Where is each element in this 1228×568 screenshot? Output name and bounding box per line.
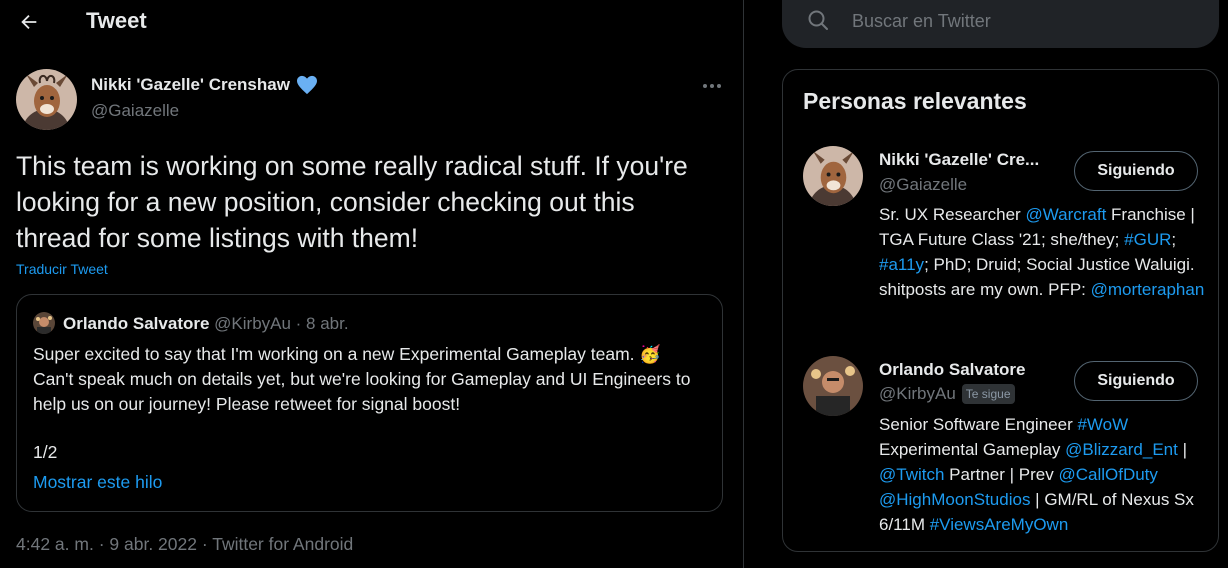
bio-text: ; <box>1171 230 1177 249</box>
person-handle-text: @KirbyAu <box>879 384 956 403</box>
bio-link[interactable]: #WoW <box>1077 415 1128 434</box>
timestamp-separator-2: · <box>196 534 213 554</box>
more-options-button[interactable] <box>698 76 726 96</box>
quote-header: Orlando Salvatore @KirbyAu · 8 abr. <box>63 314 349 334</box>
following-button[interactable]: Siguiendo <box>1074 151 1198 191</box>
tweet-date[interactable]: 9 abr. 2022 <box>109 534 197 554</box>
search-input[interactable] <box>852 6 1202 36</box>
author-avatar[interactable] <box>16 69 77 130</box>
person-handle-text: @Gaiazelle <box>879 175 968 194</box>
bio-text: Experimental Gameplay <box>879 440 1066 459</box>
following-button[interactable]: Siguiendo <box>1074 361 1198 401</box>
person-handle[interactable]: @Gaiazelle <box>879 175 967 195</box>
topbar: Tweet <box>0 0 744 44</box>
tweet-text: This team is working on some really radi… <box>16 151 688 253</box>
bio-link[interactable]: @Twitch <box>879 465 944 484</box>
search-icon <box>808 10 828 30</box>
tweet-timestamp: 4:42 a. m. · 9 abr. 2022 · Twitter for A… <box>16 534 353 555</box>
follows-you-badge: Te sigue <box>961 384 1015 404</box>
ellipsis-icon <box>703 84 721 88</box>
bio-text: Partner | Prev <box>944 465 1059 484</box>
author-handle[interactable]: @Gaiazelle <box>91 101 179 121</box>
tweet-time[interactable]: 4:42 a. m. <box>16 534 94 554</box>
bio-text: Senior Software Engineer <box>879 415 1078 434</box>
bio-link[interactable]: #a11y <box>879 255 924 274</box>
quoted-tweet-card[interactable]: Orlando Salvatore @KirbyAu · 8 abr. Supe… <box>16 294 723 512</box>
person-bio: Senior Software Engineer #WoW Experiment… <box>879 412 1209 537</box>
verified-heart-icon <box>296 75 317 95</box>
bio-text: Sr. UX Researcher <box>879 205 1026 224</box>
tweet-source[interactable]: Twitter for Android <box>212 534 353 554</box>
person-name[interactable]: Nikki 'Gazelle' Cre... <box>879 150 1039 170</box>
main-column: Tweet Nikki 'Gazelle' Crenshaw @Gaiazell… <box>0 0 744 568</box>
bio-link[interactable]: @Warcraft <box>1025 205 1106 224</box>
quote-author-meta: @KirbyAu · 8 abr. <box>209 314 349 333</box>
quote-author-avatar <box>33 312 55 334</box>
quote-author-name: Orlando Salvatore <box>63 314 210 333</box>
app: Tweet Nikki 'Gazelle' Crenshaw @Gaiazell… <box>0 0 1228 568</box>
quote-body: Super excited to say that I'm working on… <box>33 342 713 417</box>
relevant-people-title: Personas relevantes <box>803 88 1027 114</box>
show-thread-link[interactable]: Mostrar este hilo <box>33 472 162 493</box>
person-name[interactable]: Orlando Salvatore <box>879 360 1025 380</box>
bio-link[interactable]: #GUR <box>1124 230 1171 249</box>
quote-line-1: Super excited to say that I'm working on… <box>33 344 662 364</box>
quote-line-2: Can't speak much on details yet, but we'… <box>33 369 691 414</box>
relevant-people-card: Personas relevantes Nikki 'Gazelle' Cre.… <box>782 69 1219 552</box>
person-avatar[interactable] <box>803 146 863 206</box>
bio-link[interactable]: #ViewsAreMyOwn <box>930 515 1069 534</box>
bio-link[interactable]: @Blizzard_Ent <box>1065 440 1178 459</box>
search-box[interactable] <box>782 0 1219 48</box>
page-title: Tweet <box>86 8 147 33</box>
back-button[interactable] <box>14 7 44 37</box>
author-name-text: Nikki 'Gazelle' Crenshaw <box>91 75 290 94</box>
person-handle[interactable]: @KirbyAu Te sigue <box>879 384 1015 404</box>
author-name[interactable]: Nikki 'Gazelle' Crenshaw <box>91 75 318 95</box>
bio-text: | <box>1177 440 1187 459</box>
bio-link[interactable]: @HighMoonStudios <box>879 490 1030 509</box>
quote-thread-count: 1/2 <box>33 442 58 462</box>
timestamp-separator-1: · <box>93 534 110 554</box>
bio-link[interactable]: @morteraphan <box>1091 280 1205 299</box>
person-avatar[interactable] <box>803 356 863 416</box>
bio-link[interactable]: @CallOfDuty <box>1058 465 1157 484</box>
translate-tweet-link[interactable]: Traducir Tweet <box>16 261 108 277</box>
arrow-left-icon <box>21 14 37 30</box>
person-bio: Sr. UX Researcher @Warcraft Franchise | … <box>879 202 1209 302</box>
